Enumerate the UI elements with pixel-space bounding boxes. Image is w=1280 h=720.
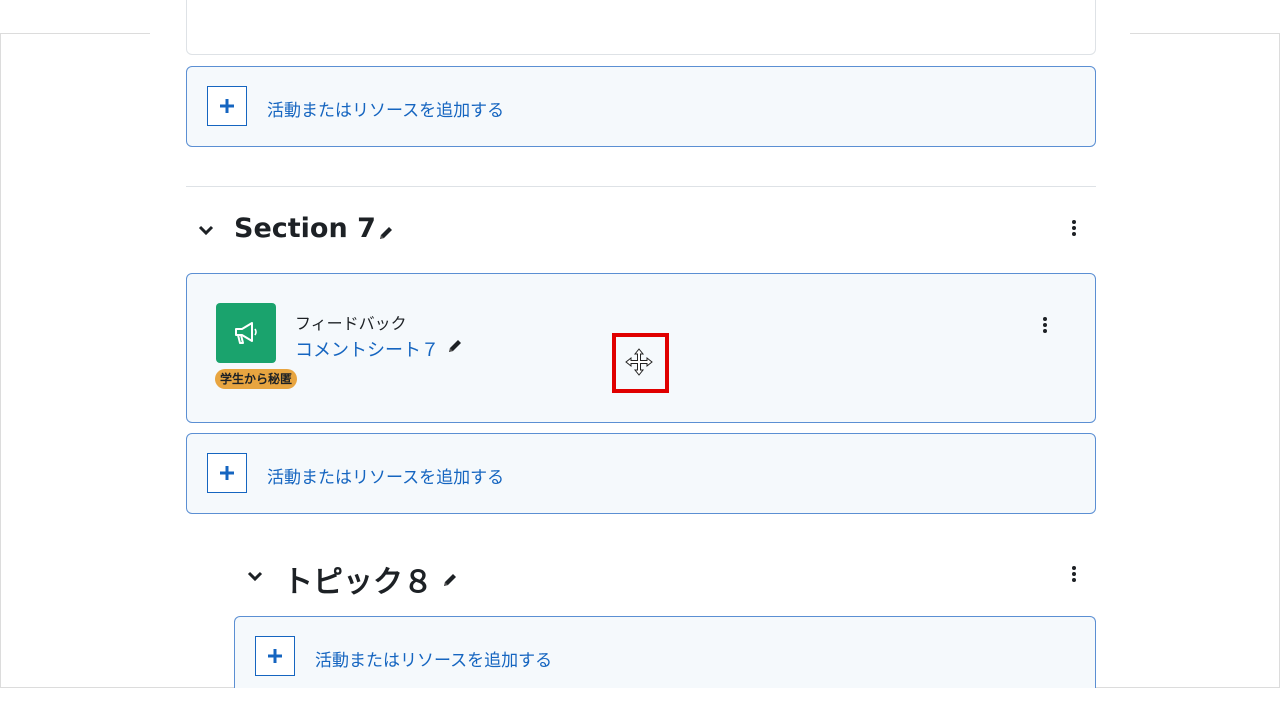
kebab-menu-icon	[1072, 220, 1076, 236]
bottom-margin	[0, 688, 1280, 720]
megaphone-icon	[235, 322, 257, 344]
topic8-title[interactable]: トピック８	[283, 557, 433, 601]
visibility-badge: 学生から秘匿	[215, 369, 298, 389]
previous-activity-card	[186, 0, 1096, 55]
add-activity-button-3[interactable]	[255, 636, 295, 676]
section7-title[interactable]: Section 7	[234, 213, 376, 244]
plus-icon	[220, 99, 234, 113]
plus-icon	[268, 649, 282, 663]
kebab-menu-icon	[1072, 566, 1076, 582]
chevron-down-icon	[247, 571, 263, 582]
add-activity-card-1[interactable]: 活動またはリソースを追加する	[186, 66, 1096, 147]
topic8-edit-title-button[interactable]	[441, 571, 461, 591]
add-activity-button-2[interactable]	[207, 453, 247, 493]
pencil-icon	[380, 227, 392, 239]
section-divider	[186, 186, 1096, 187]
move-cursor	[624, 347, 654, 377]
activity-type-label: フィードバック	[295, 314, 407, 333]
topic8-collapse-toggle[interactable]	[245, 566, 267, 586]
activity-menu-button[interactable]	[1038, 315, 1052, 335]
feedback-activity-icon	[216, 303, 276, 363]
add-activity-button-1[interactable]	[207, 86, 247, 126]
add-activity-label-1[interactable]: 活動またはリソースを追加する	[267, 96, 504, 121]
add-activity-card-3[interactable]: 活動またはリソースを追加する	[234, 616, 1096, 696]
add-activity-label-3[interactable]: 活動またはリソースを追加する	[315, 646, 552, 671]
move-cursor-icon	[625, 348, 653, 376]
pencil-icon	[449, 340, 461, 352]
plus-icon	[220, 466, 234, 480]
section7-menu-button[interactable]	[1067, 218, 1081, 238]
chevron-down-icon	[198, 225, 214, 236]
add-activity-card-2[interactable]: 活動またはリソースを追加する	[186, 433, 1096, 514]
frame-top-right	[1130, 33, 1280, 34]
section7-collapse-toggle[interactable]	[196, 220, 218, 240]
pencil-icon	[444, 574, 456, 586]
kebab-menu-icon	[1043, 317, 1047, 333]
section7-edit-title-button[interactable]	[377, 224, 397, 244]
frame-left	[0, 33, 1, 688]
frame-top-left	[0, 33, 150, 34]
activity-edit-name-button[interactable]	[446, 337, 466, 357]
topic8-menu-button[interactable]	[1067, 564, 1081, 584]
activity-name-link[interactable]: コメントシート７	[295, 336, 439, 362]
add-activity-label-2[interactable]: 活動またはリソースを追加する	[267, 463, 504, 488]
